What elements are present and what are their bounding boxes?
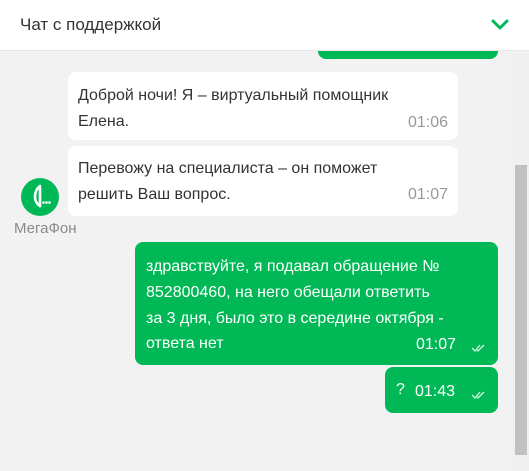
chevron-down-icon — [491, 19, 509, 30]
user-message: здравствуйте, я подавал обращение № 8528… — [135, 242, 498, 365]
message-line: за 3 дня, было это в середине октября - — [146, 310, 444, 327]
double-check-icon — [471, 391, 485, 399]
previous-user-message — [318, 51, 498, 59]
message-time: 01:06 — [407, 114, 448, 131]
message-time: 01:43 — [415, 383, 456, 400]
message-time: 01:07 — [407, 186, 448, 203]
user-message: ? 01:43 — [385, 367, 498, 413]
collapse-button[interactable] — [489, 14, 511, 36]
operator-name: МегаФон — [14, 220, 77, 237]
operator-message: Перевожу на специалиста – он поможет реш… — [68, 146, 458, 216]
message-text: ? — [396, 381, 405, 398]
message-line: решить Ваш вопрос. — [78, 186, 231, 203]
message-line: ответа нет — [146, 335, 224, 352]
chat-header: Чат с поддержкой — [0, 0, 529, 51]
scrollbar-thumb[interactable] — [515, 165, 527, 455]
operator-avatar — [21, 178, 59, 216]
chat-title: Чат с поддержкой — [20, 15, 162, 34]
double-check-icon — [471, 344, 485, 352]
message-line: Перевожу на специалиста – он поможет — [78, 160, 378, 177]
megafon-logo-icon — [33, 184, 51, 208]
message-line: 852800460, на него обещали ответить — [146, 284, 430, 301]
message-list[interactable]: Доброй ночи! Я – виртуальный помощник Ел… — [0, 51, 512, 471]
message-time: 01:07 — [416, 336, 457, 353]
message-line: здравствуйте, я подавал обращение № — [146, 258, 440, 275]
message-line: Доброй ночи! Я – виртуальный помощник — [78, 87, 389, 104]
operator-message: Доброй ночи! Я – виртуальный помощник Ел… — [68, 72, 458, 140]
message-line: Елена. — [78, 113, 130, 130]
